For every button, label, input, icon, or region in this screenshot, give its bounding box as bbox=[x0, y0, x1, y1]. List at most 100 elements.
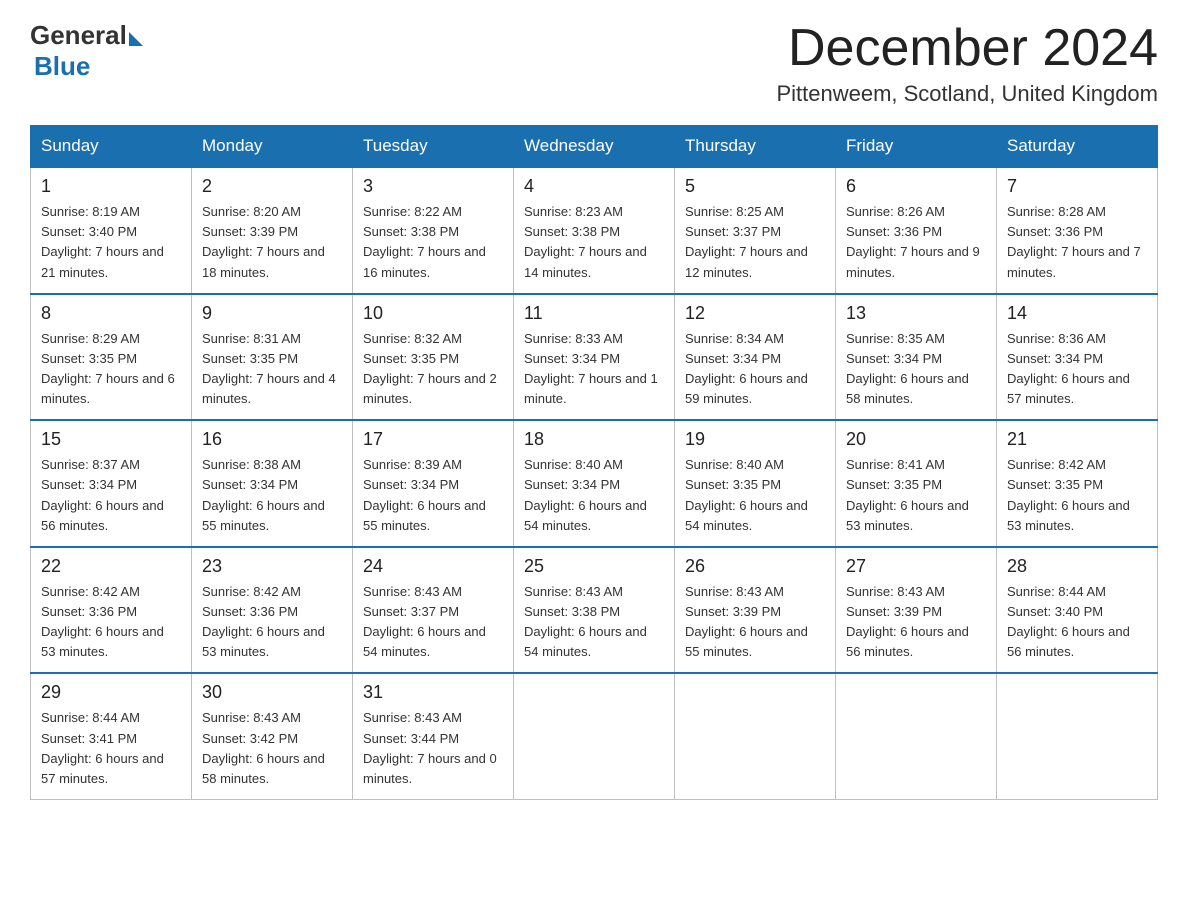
day-info: Sunrise: 8:35 AM Sunset: 3:34 PM Dayligh… bbox=[846, 329, 986, 410]
day-info: Sunrise: 8:33 AM Sunset: 3:34 PM Dayligh… bbox=[524, 329, 664, 410]
calendar-cell: 31 Sunrise: 8:43 AM Sunset: 3:44 PM Dayl… bbox=[353, 673, 514, 799]
logo-blue-text: Blue bbox=[34, 51, 90, 82]
day-info: Sunrise: 8:19 AM Sunset: 3:40 PM Dayligh… bbox=[41, 202, 181, 283]
calendar-cell: 13 Sunrise: 8:35 AM Sunset: 3:34 PM Dayl… bbox=[836, 294, 997, 421]
calendar-cell: 24 Sunrise: 8:43 AM Sunset: 3:37 PM Dayl… bbox=[353, 547, 514, 674]
day-info: Sunrise: 8:43 AM Sunset: 3:44 PM Dayligh… bbox=[363, 708, 503, 789]
week-row-5: 29 Sunrise: 8:44 AM Sunset: 3:41 PM Dayl… bbox=[31, 673, 1158, 799]
calendar-cell: 3 Sunrise: 8:22 AM Sunset: 3:38 PM Dayli… bbox=[353, 167, 514, 294]
day-info: Sunrise: 8:44 AM Sunset: 3:40 PM Dayligh… bbox=[1007, 582, 1147, 663]
day-info: Sunrise: 8:26 AM Sunset: 3:36 PM Dayligh… bbox=[846, 202, 986, 283]
day-number: 3 bbox=[363, 176, 503, 197]
calendar-cell bbox=[997, 673, 1158, 799]
day-number: 20 bbox=[846, 429, 986, 450]
header-row: Sunday Monday Tuesday Wednesday Thursday… bbox=[31, 126, 1158, 168]
day-info: Sunrise: 8:28 AM Sunset: 3:36 PM Dayligh… bbox=[1007, 202, 1147, 283]
calendar-cell: 20 Sunrise: 8:41 AM Sunset: 3:35 PM Dayl… bbox=[836, 420, 997, 547]
calendar-cell: 5 Sunrise: 8:25 AM Sunset: 3:37 PM Dayli… bbox=[675, 167, 836, 294]
calendar-cell: 15 Sunrise: 8:37 AM Sunset: 3:34 PM Dayl… bbox=[31, 420, 192, 547]
day-number: 18 bbox=[524, 429, 664, 450]
calendar-cell: 23 Sunrise: 8:42 AM Sunset: 3:36 PM Dayl… bbox=[192, 547, 353, 674]
day-info: Sunrise: 8:44 AM Sunset: 3:41 PM Dayligh… bbox=[41, 708, 181, 789]
day-info: Sunrise: 8:42 AM Sunset: 3:35 PM Dayligh… bbox=[1007, 455, 1147, 536]
day-number: 25 bbox=[524, 556, 664, 577]
day-info: Sunrise: 8:29 AM Sunset: 3:35 PM Dayligh… bbox=[41, 329, 181, 410]
day-number: 23 bbox=[202, 556, 342, 577]
calendar-cell: 26 Sunrise: 8:43 AM Sunset: 3:39 PM Dayl… bbox=[675, 547, 836, 674]
calendar-cell: 12 Sunrise: 8:34 AM Sunset: 3:34 PM Dayl… bbox=[675, 294, 836, 421]
calendar-cell: 29 Sunrise: 8:44 AM Sunset: 3:41 PM Dayl… bbox=[31, 673, 192, 799]
week-row-2: 8 Sunrise: 8:29 AM Sunset: 3:35 PM Dayli… bbox=[31, 294, 1158, 421]
week-row-1: 1 Sunrise: 8:19 AM Sunset: 3:40 PM Dayli… bbox=[31, 167, 1158, 294]
calendar-cell: 14 Sunrise: 8:36 AM Sunset: 3:34 PM Dayl… bbox=[997, 294, 1158, 421]
calendar-table: Sunday Monday Tuesday Wednesday Thursday… bbox=[30, 125, 1158, 800]
calendar-cell: 25 Sunrise: 8:43 AM Sunset: 3:38 PM Dayl… bbox=[514, 547, 675, 674]
calendar-cell bbox=[514, 673, 675, 799]
calendar-cell: 6 Sunrise: 8:26 AM Sunset: 3:36 PM Dayli… bbox=[836, 167, 997, 294]
day-info: Sunrise: 8:34 AM Sunset: 3:34 PM Dayligh… bbox=[685, 329, 825, 410]
day-info: Sunrise: 8:43 AM Sunset: 3:42 PM Dayligh… bbox=[202, 708, 342, 789]
day-number: 13 bbox=[846, 303, 986, 324]
day-number: 4 bbox=[524, 176, 664, 197]
calendar-cell: 18 Sunrise: 8:40 AM Sunset: 3:34 PM Dayl… bbox=[514, 420, 675, 547]
day-number: 14 bbox=[1007, 303, 1147, 324]
calendar-cell: 16 Sunrise: 8:38 AM Sunset: 3:34 PM Dayl… bbox=[192, 420, 353, 547]
day-number: 16 bbox=[202, 429, 342, 450]
day-info: Sunrise: 8:42 AM Sunset: 3:36 PM Dayligh… bbox=[202, 582, 342, 663]
day-number: 22 bbox=[41, 556, 181, 577]
day-info: Sunrise: 8:23 AM Sunset: 3:38 PM Dayligh… bbox=[524, 202, 664, 283]
logo-general-text: General bbox=[30, 20, 127, 51]
day-info: Sunrise: 8:38 AM Sunset: 3:34 PM Dayligh… bbox=[202, 455, 342, 536]
calendar-cell: 1 Sunrise: 8:19 AM Sunset: 3:40 PM Dayli… bbox=[31, 167, 192, 294]
header-thursday: Thursday bbox=[675, 126, 836, 168]
calendar-cell bbox=[675, 673, 836, 799]
calendar-cell: 28 Sunrise: 8:44 AM Sunset: 3:40 PM Dayl… bbox=[997, 547, 1158, 674]
day-number: 30 bbox=[202, 682, 342, 703]
day-number: 21 bbox=[1007, 429, 1147, 450]
day-info: Sunrise: 8:25 AM Sunset: 3:37 PM Dayligh… bbox=[685, 202, 825, 283]
day-info: Sunrise: 8:41 AM Sunset: 3:35 PM Dayligh… bbox=[846, 455, 986, 536]
day-number: 7 bbox=[1007, 176, 1147, 197]
day-number: 12 bbox=[685, 303, 825, 324]
calendar-cell: 9 Sunrise: 8:31 AM Sunset: 3:35 PM Dayli… bbox=[192, 294, 353, 421]
day-info: Sunrise: 8:42 AM Sunset: 3:36 PM Dayligh… bbox=[41, 582, 181, 663]
week-row-3: 15 Sunrise: 8:37 AM Sunset: 3:34 PM Dayl… bbox=[31, 420, 1158, 547]
header-saturday: Saturday bbox=[997, 126, 1158, 168]
day-info: Sunrise: 8:36 AM Sunset: 3:34 PM Dayligh… bbox=[1007, 329, 1147, 410]
page-header: General Blue December 2024 Pittenweem, S… bbox=[30, 20, 1158, 107]
day-info: Sunrise: 8:32 AM Sunset: 3:35 PM Dayligh… bbox=[363, 329, 503, 410]
header-tuesday: Tuesday bbox=[353, 126, 514, 168]
calendar-cell: 19 Sunrise: 8:40 AM Sunset: 3:35 PM Dayl… bbox=[675, 420, 836, 547]
calendar-cell: 2 Sunrise: 8:20 AM Sunset: 3:39 PM Dayli… bbox=[192, 167, 353, 294]
day-number: 1 bbox=[41, 176, 181, 197]
day-number: 5 bbox=[685, 176, 825, 197]
logo-triangle-icon bbox=[129, 32, 143, 46]
day-info: Sunrise: 8:40 AM Sunset: 3:35 PM Dayligh… bbox=[685, 455, 825, 536]
week-row-4: 22 Sunrise: 8:42 AM Sunset: 3:36 PM Dayl… bbox=[31, 547, 1158, 674]
calendar-cell bbox=[836, 673, 997, 799]
day-number: 10 bbox=[363, 303, 503, 324]
day-number: 17 bbox=[363, 429, 503, 450]
day-info: Sunrise: 8:39 AM Sunset: 3:34 PM Dayligh… bbox=[363, 455, 503, 536]
header-wednesday: Wednesday bbox=[514, 126, 675, 168]
calendar-cell: 11 Sunrise: 8:33 AM Sunset: 3:34 PM Dayl… bbox=[514, 294, 675, 421]
day-number: 26 bbox=[685, 556, 825, 577]
calendar-cell: 17 Sunrise: 8:39 AM Sunset: 3:34 PM Dayl… bbox=[353, 420, 514, 547]
day-info: Sunrise: 8:20 AM Sunset: 3:39 PM Dayligh… bbox=[202, 202, 342, 283]
calendar-cell: 10 Sunrise: 8:32 AM Sunset: 3:35 PM Dayl… bbox=[353, 294, 514, 421]
calendar-cell: 8 Sunrise: 8:29 AM Sunset: 3:35 PM Dayli… bbox=[31, 294, 192, 421]
logo: General Blue bbox=[30, 20, 143, 82]
day-number: 19 bbox=[685, 429, 825, 450]
day-number: 29 bbox=[41, 682, 181, 703]
title-area: December 2024 Pittenweem, Scotland, Unit… bbox=[776, 20, 1158, 107]
day-number: 28 bbox=[1007, 556, 1147, 577]
day-number: 15 bbox=[41, 429, 181, 450]
location-subtitle: Pittenweem, Scotland, United Kingdom bbox=[776, 81, 1158, 107]
calendar-cell: 21 Sunrise: 8:42 AM Sunset: 3:35 PM Dayl… bbox=[997, 420, 1158, 547]
calendar-cell: 22 Sunrise: 8:42 AM Sunset: 3:36 PM Dayl… bbox=[31, 547, 192, 674]
day-number: 27 bbox=[846, 556, 986, 577]
day-info: Sunrise: 8:43 AM Sunset: 3:39 PM Dayligh… bbox=[685, 582, 825, 663]
day-number: 24 bbox=[363, 556, 503, 577]
day-number: 9 bbox=[202, 303, 342, 324]
day-info: Sunrise: 8:43 AM Sunset: 3:39 PM Dayligh… bbox=[846, 582, 986, 663]
